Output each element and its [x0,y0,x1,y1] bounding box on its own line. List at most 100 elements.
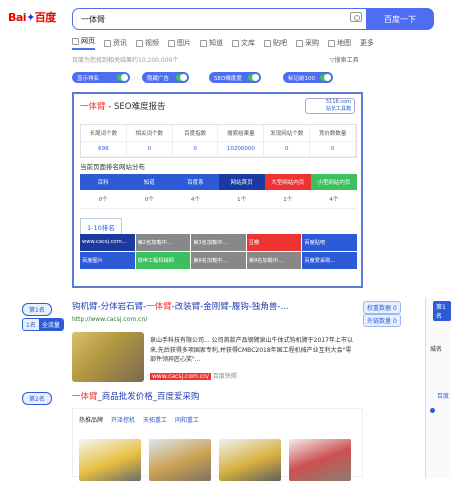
weight-data-button[interactable]: 权重数据 0 [363,301,401,314]
tab-wenku[interactable]: 文库 [232,36,255,50]
tab-more[interactable]: 更多 [360,36,374,50]
product-image[interactable] [219,439,281,481]
dist-value: 0个 [126,190,173,209]
rank-cell[interactable]: 百度图片 [80,252,135,269]
dist-value: 1个 [218,190,265,209]
rank-cell[interactable]: 百度贴吧 [302,234,357,251]
stat-header: 相关词个数 [126,125,173,142]
rank-cell[interactable]: 第8名加载中... [191,252,246,269]
dist-value: 0个 [80,190,127,209]
rank-flow-label: 1名 全流量 [22,318,64,331]
rank-cell[interactable]: www.cacsj.com... [80,234,135,251]
stat-header: 搜索结果量 [218,125,265,142]
baidu-logo[interactable]: Bai✦百度 [8,9,56,25]
seo-stats-table: 长尾词个数 相关词个数 百度指数 搜索结果量 发现网站个数 竞价数数量 698 … [80,124,357,158]
distribution-table: 百科 知道 百度系 网站首页 大型网站内页 小型网站内页 0个 0个 4个 1个 1个 4个 [80,174,357,209]
rank-badge: 第2名 [22,392,52,405]
stat-value: 0 [172,142,219,157]
result-title-link[interactable]: 钩机臂-分体岩石臂-一体臂-改装臂-金刚臂-履钩-独角兽-... [72,300,289,312]
search-button[interactable]: 百度一下 [366,8,434,30]
stat-value[interactable]: 0 [126,142,173,157]
result-count: 百度为您找到相关结果约10,200,000个 [72,57,179,64]
paw-icon: ✦ [26,11,35,24]
toggle-knob [320,74,331,81]
tab-map[interactable]: 地图 [328,36,351,50]
rank-cell[interactable]: 第2名加载中... [135,234,191,251]
tag-label: 热推品牌 [79,417,104,424]
seo-report-title: 一体臂 - SEO难度报告 [80,102,166,112]
tab-video[interactable]: 视频 [136,36,159,50]
dist-header[interactable]: 大型网站内页 [264,174,311,190]
image-icon [168,39,175,47]
tag-link[interactable]: 天拓重工 [143,415,167,424]
result-title-link[interactable]: 一体臂_商品批发价格_百度爱采购 [72,390,200,402]
tab-rank-1-10[interactable]: 1-10排名 [80,218,122,235]
dist-header[interactable]: 网站首页 [218,174,265,190]
search-icon [72,37,79,45]
tieba-icon [264,39,271,47]
stat-header: 竞价数数量 [310,125,356,142]
map-icon [328,39,335,47]
product-image[interactable] [289,439,351,481]
video-icon [136,39,143,47]
stat-header: 发现网站个数 [264,125,311,142]
search-input[interactable]: 一体臂 [72,8,366,30]
tab-images[interactable]: 图片 [168,36,191,50]
dist-value: 1个 [264,190,311,209]
toggle-seo-difficulty[interactable]: SEO难度度 [209,72,261,83]
sidebar-rank-badge: 第1名 [433,301,451,321]
search-tools-button[interactable]: ▽搜索工具 [330,55,359,64]
sidebar-dot-icon [430,407,435,415]
tab-purchase[interactable]: 采购 [296,36,319,50]
sidebar-link[interactable]: 百度 [437,391,449,400]
product-image[interactable] [79,439,141,481]
tag-link[interactable]: 开泽挖机 [111,415,135,424]
tab-web[interactable]: 网页 [72,36,95,50]
result-description: 泉山手科技有限公司... 公司首款产品钢臂泉山牛体式钩机臂于2017年上市以来,… [150,337,353,363]
rank-badge: 第1名 [22,303,52,316]
stat-header: 长尾词个数 [81,125,127,142]
result-site-row: www.cacsj.com.cn/ 百度快照 [150,371,237,380]
dist-header[interactable]: 小型网站内页 [310,174,357,190]
product-image[interactable] [149,439,211,481]
external-links-button[interactable]: 外链数量 0 [363,314,401,327]
toggle-mark-top100[interactable]: 标记前100 [283,72,333,83]
product-images [79,439,351,481]
document-icon [232,39,239,47]
stat-value[interactable]: 698 [81,142,127,157]
snapshot-link[interactable]: 百度快照 [213,373,237,380]
dist-header[interactable]: 百科 [80,174,127,190]
dist-header[interactable]: 百度系 [172,174,219,190]
dist-value: 4个 [310,190,357,209]
toggle-show-rank[interactable]: 显示排名 [72,72,130,83]
toggle-knob [176,74,187,81]
rank-cell[interactable]: 豆瓣 [246,234,302,251]
rank-cell[interactable]: 百度爱采购... [302,252,357,269]
rank-cell[interactable]: 第9名加载中... [246,252,302,269]
sidebar-text: 城名 [430,346,443,353]
rank-cell[interactable]: 第3名加载中... [191,234,246,251]
purchase-panel: 热推品牌 开泽挖机 天拓重工 同和重工 [72,408,363,481]
dist-header[interactable]: 知道 [126,174,173,190]
5118-logo[interactable]: 5118.com 站长工具箱 [305,98,355,114]
tab-tieba[interactable]: 贴吧 [264,36,287,50]
stat-value: 0 [264,142,311,157]
dist-value: 4个 [172,190,219,209]
tab-zhidao[interactable]: 知道 [200,36,223,50]
stat-header: 百度指数 [172,125,219,142]
distribution-title: 当前页面排名网站分布 [80,163,145,171]
tab-news[interactable]: 资讯 [104,36,127,50]
rank-cell[interactable]: 铁甲工程机械网 [135,252,191,269]
result-thumbnail[interactable] [72,332,144,382]
search-tabs: 网页 资讯 视频 图片 知道 文库 贴吧 采购 地图 更多 [72,36,374,50]
toggle-knob [117,74,128,81]
stat-value: 0 [310,142,356,157]
tag-link[interactable]: 同和重工 [175,415,199,424]
camera-icon[interactable] [350,12,362,22]
seo-report-panel: 一体臂 - SEO难度报告 5118.com 站长工具箱 长尾词个数 相关词个数 … [72,92,363,288]
site-link[interactable]: www.cacsj.com.cn/ [150,373,211,380]
rank-grid: www.cacsj.com... 第2名加载中... 第3名加载中... 豆瓣 百度贴吧… [80,234,357,269]
toggle-hide-ads[interactable]: 隐藏广告 [142,72,189,83]
result-url[interactable]: http://www.cacsj.com.cn/ [72,316,147,323]
cart-icon [296,39,303,47]
